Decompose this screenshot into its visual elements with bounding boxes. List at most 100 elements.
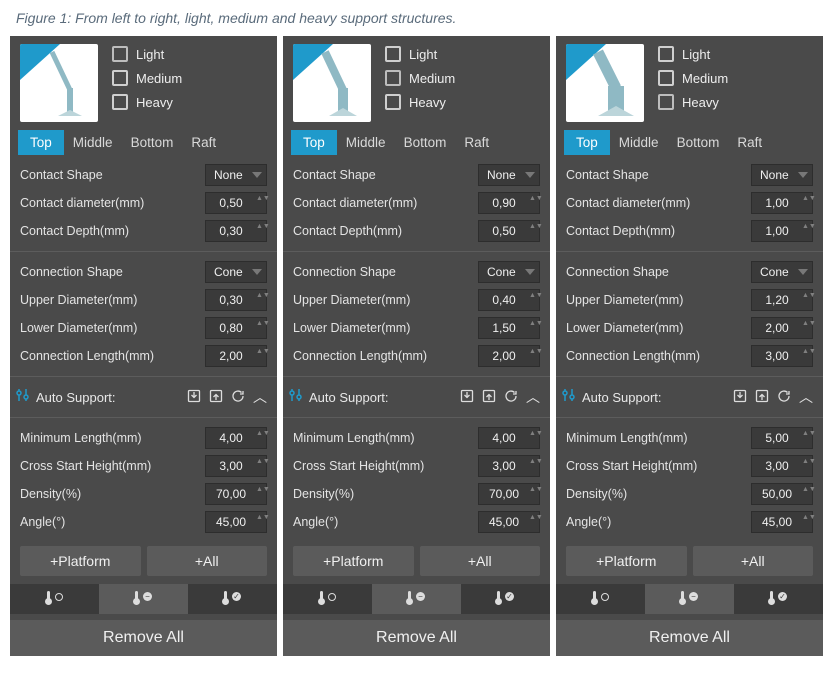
spinner-cross-start-height[interactable]: 3,00▲▼	[205, 455, 267, 477]
refresh-icon[interactable]	[231, 389, 245, 406]
spinner-connection-length[interactable]: 2,00▲▼	[205, 345, 267, 367]
support-add-tool[interactable]	[10, 584, 99, 614]
dropdown-contact-shape[interactable]: None	[205, 164, 267, 186]
import-icon[interactable]	[187, 389, 201, 406]
spinner-contact-diameter[interactable]: 0,50▲▼	[205, 192, 267, 214]
tab-top[interactable]: Top	[564, 130, 610, 155]
tab-middle[interactable]: Middle	[64, 130, 122, 155]
tab-middle[interactable]: Middle	[337, 130, 395, 155]
spinner-contact-depth[interactable]: 1,00▲▼	[751, 220, 813, 242]
divider	[556, 251, 823, 252]
spinner-contact-diameter[interactable]: 0,90▲▼	[478, 192, 540, 214]
spinner-upper-diameter[interactable]: 0,40▲▼	[478, 289, 540, 311]
support-edit-tool[interactable]: ✓	[734, 584, 823, 614]
label-contact-diameter: Contact diameter(mm)	[20, 196, 201, 210]
chevron-up-icon[interactable]: ︿	[526, 387, 540, 407]
support-remove-tool[interactable]: −	[99, 584, 188, 614]
export-icon[interactable]	[209, 389, 223, 406]
dropdown-contact-shape[interactable]: None	[751, 164, 813, 186]
tab-raft[interactable]: Raft	[182, 130, 225, 155]
label-connection-shape: Connection Shape	[566, 265, 747, 279]
spinner-contact-depth[interactable]: 0,30▲▼	[205, 220, 267, 242]
import-icon[interactable]	[733, 389, 747, 406]
weight-checkbox-light[interactable]: Light	[112, 46, 182, 62]
weight-checkbox-heavy[interactable]: Heavy	[658, 94, 728, 110]
label-angle: Angle(°)	[566, 515, 747, 529]
export-icon[interactable]	[755, 389, 769, 406]
weight-label: Light	[136, 47, 164, 62]
spinner-arrows-icon: ▲▼	[256, 513, 264, 531]
platform-button[interactable]: +Platform	[566, 546, 687, 576]
weight-checkbox-medium[interactable]: Medium	[658, 70, 728, 86]
spinner-angle[interactable]: 45,00▲▼	[751, 511, 813, 533]
chevron-up-icon[interactable]: ︿	[253, 387, 267, 407]
weight-checkbox-medium[interactable]: Medium	[112, 70, 182, 86]
tab-top[interactable]: Top	[18, 130, 64, 155]
import-icon[interactable]	[460, 389, 474, 406]
all-button[interactable]: +All	[147, 546, 268, 576]
spinner-arrows-icon: ▲▼	[256, 222, 264, 240]
support-remove-tool[interactable]: −	[645, 584, 734, 614]
spinner-lower-diameter[interactable]: 2,00▲▼	[751, 317, 813, 339]
weight-checkbox-medium[interactable]: Medium	[385, 70, 455, 86]
support-panel-light: Light Medium Heavy Top Middle Bottom Raf…	[10, 36, 277, 656]
support-remove-tool[interactable]: −	[372, 584, 461, 614]
all-button[interactable]: +All	[693, 546, 814, 576]
spinner-angle[interactable]: 45,00▲▼	[205, 511, 267, 533]
chevron-up-icon[interactable]: ︿	[799, 387, 813, 407]
support-pillar-add-icon	[47, 591, 63, 602]
spinner-min-length[interactable]: 5,00▲▼	[751, 427, 813, 449]
tab-bottom[interactable]: Bottom	[668, 130, 729, 155]
weight-checkbox-heavy[interactable]: Heavy	[385, 94, 455, 110]
spinner-min-length[interactable]: 4,00▲▼	[478, 427, 540, 449]
tab-bottom[interactable]: Bottom	[122, 130, 183, 155]
label-upper-diameter: Upper Diameter(mm)	[20, 293, 201, 307]
spinner-arrows-icon: ▲▼	[529, 457, 537, 475]
spinner-contact-diameter[interactable]: 1,00▲▼	[751, 192, 813, 214]
spinner-density[interactable]: 70,00▲▼	[205, 483, 267, 505]
spinner-lower-diameter[interactable]: 0,80▲▼	[205, 317, 267, 339]
chevron-down-icon	[252, 269, 262, 275]
remove-all-button[interactable]: Remove All	[556, 620, 823, 656]
dropdown-connection-shape[interactable]: Cone	[478, 261, 540, 283]
support-edit-tool[interactable]: ✓	[188, 584, 277, 614]
support-add-tool[interactable]	[283, 584, 372, 614]
remove-all-button[interactable]: Remove All	[283, 620, 550, 656]
dropdown-connection-shape[interactable]: Cone	[205, 261, 267, 283]
support-add-tool[interactable]	[556, 584, 645, 614]
spinner-cross-start-height[interactable]: 3,00▲▼	[751, 455, 813, 477]
platform-button[interactable]: +Platform	[20, 546, 141, 576]
weight-checkbox-light[interactable]: Light	[658, 46, 728, 62]
spinner-upper-diameter[interactable]: 0,30▲▼	[205, 289, 267, 311]
dropdown-contact-shape[interactable]: None	[478, 164, 540, 186]
refresh-icon[interactable]	[777, 389, 791, 406]
spinner-cross-start-height[interactable]: 3,00▲▼	[478, 455, 540, 477]
platform-button[interactable]: +Platform	[293, 546, 414, 576]
support-edit-tool[interactable]: ✓	[461, 584, 550, 614]
refresh-icon[interactable]	[504, 389, 518, 406]
label-contact-depth: Contact Depth(mm)	[293, 224, 474, 238]
spinner-min-length[interactable]: 4,00▲▼	[205, 427, 267, 449]
tab-middle[interactable]: Middle	[610, 130, 668, 155]
dropdown-connection-shape[interactable]: Cone	[751, 261, 813, 283]
label-cross-start-height: Cross Start Height(mm)	[293, 459, 474, 473]
weight-checkbox-light[interactable]: Light	[385, 46, 455, 62]
all-button[interactable]: +All	[420, 546, 541, 576]
spinner-density[interactable]: 50,00▲▼	[751, 483, 813, 505]
tab-bottom[interactable]: Bottom	[395, 130, 456, 155]
spinner-upper-diameter[interactable]: 1,20▲▼	[751, 289, 813, 311]
spinner-lower-diameter[interactable]: 1,50▲▼	[478, 317, 540, 339]
spinner-connection-length[interactable]: 3,00▲▼	[751, 345, 813, 367]
spinner-density[interactable]: 70,00▲▼	[478, 483, 540, 505]
tab-raft[interactable]: Raft	[455, 130, 498, 155]
figure-caption: Figure 1: From left to right, light, med…	[10, 10, 823, 26]
spinner-connection-length[interactable]: 2,00▲▼	[478, 345, 540, 367]
tab-top[interactable]: Top	[291, 130, 337, 155]
export-icon[interactable]	[482, 389, 496, 406]
spinner-angle[interactable]: 45,00▲▼	[478, 511, 540, 533]
remove-all-button[interactable]: Remove All	[10, 620, 277, 656]
weight-checkbox-heavy[interactable]: Heavy	[112, 94, 182, 110]
label-contact-diameter: Contact diameter(mm)	[566, 196, 747, 210]
tab-raft[interactable]: Raft	[728, 130, 771, 155]
spinner-contact-depth[interactable]: 0,50▲▼	[478, 220, 540, 242]
